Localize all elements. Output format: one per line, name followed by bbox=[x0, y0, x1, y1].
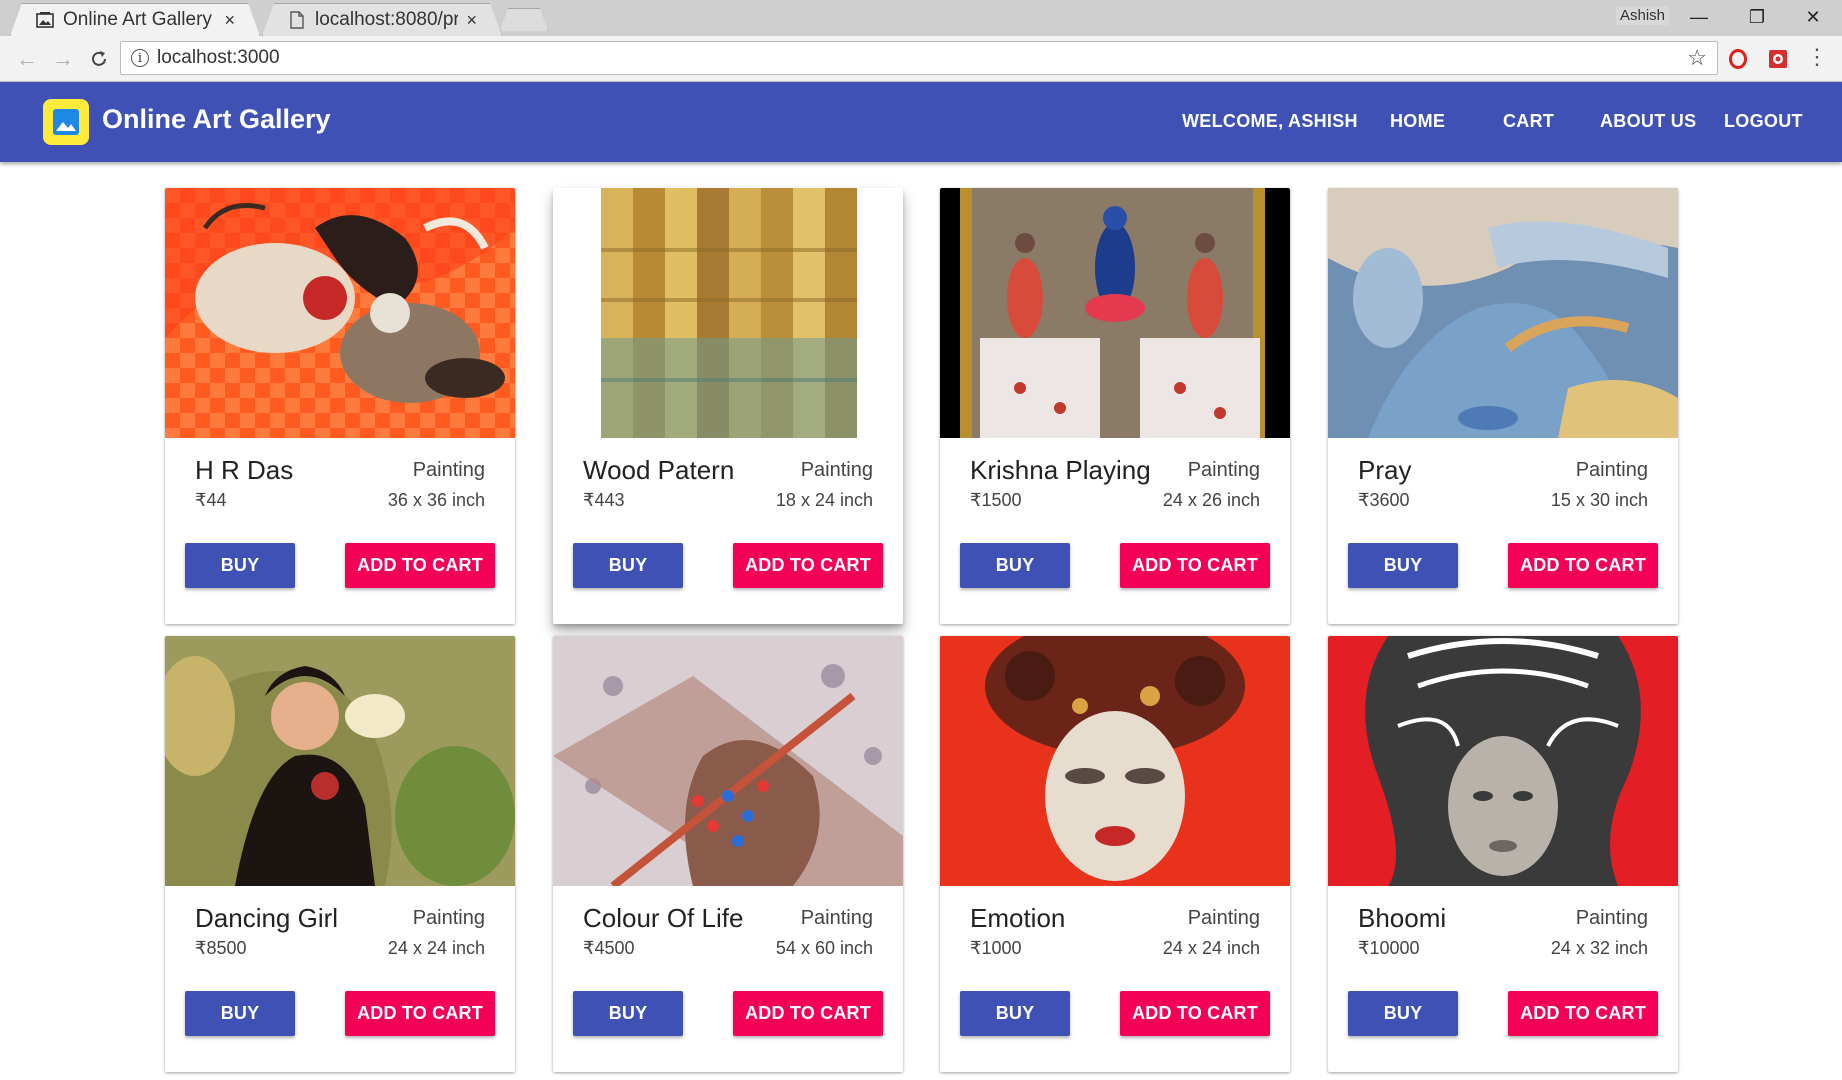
product-card: Dancing Girl Painting ₹8500 24 x 24 inch… bbox=[165, 636, 515, 1072]
address-bar[interactable]: i localhost:3000 ☆ bbox=[120, 41, 1718, 75]
site-info-icon[interactable]: i bbox=[131, 49, 149, 67]
product-card: Wood Patern Painting ₹443 18 x 24 inch B… bbox=[553, 188, 903, 624]
gallery-logo-icon[interactable] bbox=[43, 99, 89, 145]
buy-button[interactable]: BUY bbox=[185, 543, 295, 588]
product-category: Painting bbox=[800, 907, 873, 929]
product-size: 24 x 32 inch bbox=[1550, 938, 1648, 958]
product-name: Colour Of Life bbox=[583, 903, 744, 933]
browser-tab-strip: Online Art Gallery × localhost:8080/prod… bbox=[0, 0, 1842, 36]
product-card: Bhoomi Painting ₹10000 24 x 32 inch BUY … bbox=[1328, 636, 1678, 1072]
browser-tab-active[interactable]: Online Art Gallery × bbox=[10, 3, 260, 36]
add-to-cart-button[interactable]: ADD TO CART bbox=[1508, 991, 1658, 1036]
product-size: 54 x 60 inch bbox=[775, 938, 873, 958]
product-category: Painting bbox=[1575, 459, 1648, 481]
close-window-icon[interactable]: ✕ bbox=[1790, 4, 1836, 30]
product-category: Painting bbox=[412, 459, 485, 481]
add-to-cart-button[interactable]: ADD TO CART bbox=[733, 543, 883, 588]
product-size: 24 x 24 inch bbox=[387, 938, 485, 958]
tab-close-icon[interactable]: × bbox=[466, 10, 477, 31]
product-card: Emotion Painting ₹1000 24 x 24 inch BUY … bbox=[940, 636, 1290, 1072]
product-card: Pray Painting ₹3600 15 x 30 inch BUY ADD… bbox=[1328, 188, 1678, 624]
product-name: Bhoomi bbox=[1358, 903, 1447, 933]
product-size: 24 x 26 inch bbox=[1162, 490, 1260, 510]
app-bar: Online Art Gallery WELCOME, ASHISH HOME … bbox=[0, 82, 1842, 162]
artwork-image[interactable] bbox=[1328, 636, 1678, 886]
product-price: ₹10000 bbox=[1358, 938, 1420, 958]
product-category: Painting bbox=[800, 459, 873, 481]
product-name: Emotion bbox=[970, 903, 1066, 933]
artwork-image[interactable] bbox=[940, 636, 1290, 886]
product-card: Krishna Playing Painting ₹1500 24 x 26 i… bbox=[940, 188, 1290, 624]
browser-toolbar: ← → i localhost:3000 ☆ ⋮ bbox=[0, 36, 1842, 82]
add-to-cart-button[interactable]: ADD TO CART bbox=[1508, 543, 1658, 588]
product-grid: H R Das Painting ₹44 36 x 36 inch BUY AD… bbox=[0, 162, 1842, 1080]
product-name: Dancing Girl bbox=[195, 903, 339, 933]
artwork-image[interactable] bbox=[1328, 188, 1678, 438]
add-to-cart-button[interactable]: ADD TO CART bbox=[1120, 991, 1270, 1036]
buy-button[interactable]: BUY bbox=[573, 991, 683, 1036]
nav-home[interactable]: HOME bbox=[1390, 111, 1445, 132]
reload-icon[interactable] bbox=[84, 44, 114, 74]
new-tab-button[interactable] bbox=[500, 8, 548, 31]
artwork-image[interactable] bbox=[940, 188, 1290, 438]
product-card: Colour Of Life Painting ₹4500 54 x 60 in… bbox=[553, 636, 903, 1072]
buy-button[interactable]: BUY bbox=[960, 543, 1070, 588]
bookmark-star-icon[interactable]: ☆ bbox=[1687, 45, 1707, 71]
buy-button[interactable]: BUY bbox=[185, 991, 295, 1036]
product-name: H R Das bbox=[195, 455, 294, 485]
product-size: 24 x 24 inch bbox=[1162, 938, 1260, 958]
brand-title[interactable]: Online Art Gallery bbox=[102, 104, 331, 135]
product-size: 18 x 24 inch bbox=[775, 490, 873, 510]
minimize-icon[interactable]: — bbox=[1676, 4, 1722, 30]
product-name: Pray bbox=[1358, 455, 1412, 485]
browser-menu-icon[interactable]: ⋮ bbox=[1806, 46, 1828, 68]
product-price: ₹3600 bbox=[1358, 490, 1410, 510]
page-favicon-icon bbox=[287, 10, 307, 30]
product-name: Wood Patern bbox=[583, 455, 735, 485]
add-to-cart-button[interactable]: ADD TO CART bbox=[345, 991, 495, 1036]
browser-tab[interactable]: localhost:8080/produ × bbox=[262, 3, 502, 36]
opera-extension-icon[interactable] bbox=[1727, 48, 1749, 70]
tab-close-icon[interactable]: × bbox=[224, 10, 235, 31]
back-arrow-icon[interactable]: ← bbox=[12, 44, 42, 74]
artwork-image[interactable] bbox=[553, 188, 903, 438]
artwork-image[interactable] bbox=[165, 188, 515, 438]
buy-button[interactable]: BUY bbox=[960, 991, 1070, 1036]
product-name: Krishna Playing bbox=[970, 455, 1151, 485]
product-category: Painting bbox=[1187, 907, 1260, 929]
nav-about-us[interactable]: ABOUT US bbox=[1600, 111, 1696, 132]
artwork-image[interactable] bbox=[553, 636, 903, 886]
gallery-favicon-icon bbox=[35, 10, 55, 30]
extension-icon[interactable] bbox=[1767, 48, 1789, 70]
add-to-cart-button[interactable]: ADD TO CART bbox=[733, 991, 883, 1036]
buy-button[interactable]: BUY bbox=[573, 543, 683, 588]
tab-title: Online Art Gallery bbox=[63, 9, 212, 30]
nav-cart[interactable]: CART bbox=[1503, 111, 1554, 132]
product-card: H R Das Painting ₹44 36 x 36 inch BUY AD… bbox=[165, 188, 515, 624]
profile-name[interactable]: Ashish bbox=[1616, 6, 1670, 25]
add-to-cart-button[interactable]: ADD TO CART bbox=[1120, 543, 1270, 588]
address-bar-url[interactable]: localhost:3000 bbox=[157, 47, 1687, 69]
add-to-cart-button[interactable]: ADD TO CART bbox=[345, 543, 495, 588]
nav-logout[interactable]: LOGOUT bbox=[1724, 111, 1803, 132]
artwork-image[interactable] bbox=[165, 636, 515, 886]
forward-arrow-icon[interactable]: → bbox=[48, 44, 78, 74]
product-price: ₹1500 bbox=[970, 490, 1022, 510]
product-size: 15 x 30 inch bbox=[1550, 490, 1648, 510]
tab-title: localhost:8080/produ bbox=[315, 9, 459, 30]
restore-icon[interactable]: ❐ bbox=[1734, 4, 1780, 30]
product-price: ₹8500 bbox=[195, 938, 247, 958]
welcome-user[interactable]: WELCOME, ASHISH bbox=[1182, 111, 1358, 132]
product-category: Painting bbox=[1187, 459, 1260, 481]
buy-button[interactable]: BUY bbox=[1348, 543, 1458, 588]
product-price: ₹443 bbox=[583, 490, 625, 510]
buy-button[interactable]: BUY bbox=[1348, 991, 1458, 1036]
product-price: ₹1000 bbox=[970, 938, 1022, 958]
product-price: ₹4500 bbox=[583, 938, 635, 958]
product-category: Painting bbox=[412, 907, 485, 929]
product-size: 36 x 36 inch bbox=[387, 490, 485, 510]
product-price: ₹44 bbox=[195, 490, 227, 510]
product-category: Painting bbox=[1575, 907, 1648, 929]
